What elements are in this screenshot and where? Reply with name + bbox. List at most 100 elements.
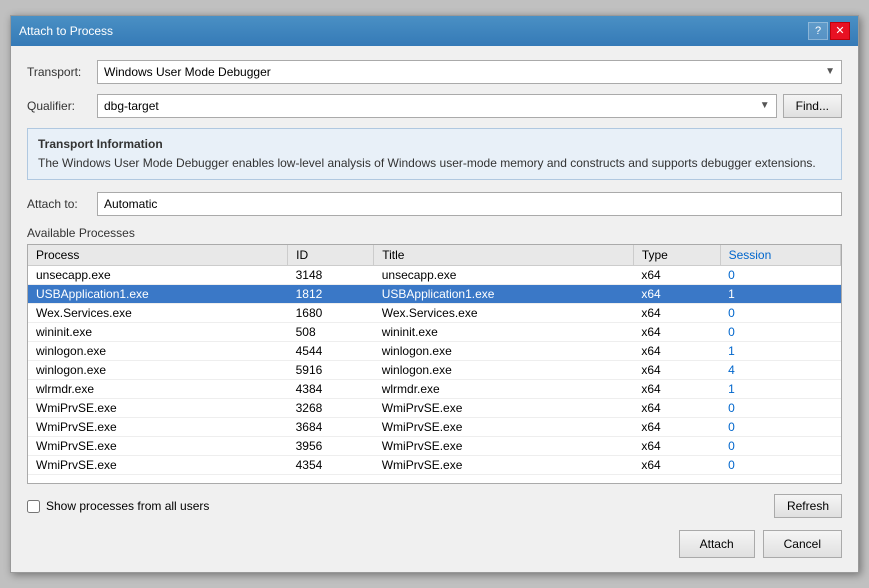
col-session: Session: [720, 245, 840, 266]
qualifier-control: dbg-target ▼ Find...: [97, 94, 842, 118]
transport-dropdown[interactable]: Windows User Mode Debugger ▼: [97, 60, 842, 84]
process-name: wlrmdr.exe: [28, 380, 288, 399]
attach-to-process-dialog: Attach to Process ? ✕ Transport: Windows…: [10, 15, 859, 574]
show-all-users-label: Show processes from all users: [46, 499, 209, 513]
process-title: WmiPrvSE.exe: [374, 456, 634, 475]
show-all-users-wrap: Show processes from all users: [27, 499, 209, 513]
process-id: 3268: [288, 399, 374, 418]
process-title: winlogon.exe: [374, 361, 634, 380]
table-row[interactable]: Wex.Services.exe 1680 Wex.Services.exe x…: [28, 304, 841, 323]
process-name: unsecapp.exe: [28, 266, 288, 285]
transport-info-box: Transport Information The Windows User M…: [27, 128, 842, 181]
table-row[interactable]: WmiPrvSE.exe 3684 WmiPrvSE.exe x64 0: [28, 418, 841, 437]
process-session: 0: [720, 456, 840, 475]
available-processes-label: Available Processes: [27, 226, 842, 240]
table-row[interactable]: WmiPrvSE.exe 3268 WmiPrvSE.exe x64 0: [28, 399, 841, 418]
process-session: 0: [720, 437, 840, 456]
process-name: wininit.exe: [28, 323, 288, 342]
help-button[interactable]: ?: [808, 22, 828, 40]
attach-button[interactable]: Attach: [679, 530, 755, 558]
process-session: 1: [720, 342, 840, 361]
process-id: 3148: [288, 266, 374, 285]
qualifier-label: Qualifier:: [27, 99, 97, 113]
process-session: 0: [720, 418, 840, 437]
table-row[interactable]: winlogon.exe 5916 winlogon.exe x64 4: [28, 361, 841, 380]
process-name: WmiPrvSE.exe: [28, 399, 288, 418]
process-name: winlogon.exe: [28, 361, 288, 380]
refresh-button[interactable]: Refresh: [774, 494, 842, 518]
process-id: 3956: [288, 437, 374, 456]
process-title: winlogon.exe: [374, 342, 634, 361]
process-title: WmiPrvSE.exe: [374, 437, 634, 456]
process-id: 5916: [288, 361, 374, 380]
process-session: 0: [720, 304, 840, 323]
transport-control: Windows User Mode Debugger ▼: [97, 60, 842, 84]
dialog-body: Transport: Windows User Mode Debugger ▼ …: [11, 46, 858, 573]
process-session: 0: [720, 323, 840, 342]
col-id: ID: [288, 245, 374, 266]
qualifier-dropdown[interactable]: dbg-target ▼: [97, 94, 777, 118]
process-title: WmiPrvSE.exe: [374, 399, 634, 418]
process-table: Process ID Title Type Session unsecapp.e…: [28, 245, 841, 475]
process-table-header: Process ID Title Type Session: [28, 245, 841, 266]
process-name: winlogon.exe: [28, 342, 288, 361]
process-title: USBApplication1.exe: [374, 285, 634, 304]
transport-row: Transport: Windows User Mode Debugger ▼: [27, 60, 842, 84]
process-name: WmiPrvSE.exe: [28, 437, 288, 456]
process-id: 1812: [288, 285, 374, 304]
table-row[interactable]: WmiPrvSE.exe 3956 WmiPrvSE.exe x64 0: [28, 437, 841, 456]
process-type: x64: [633, 399, 720, 418]
process-id: 4544: [288, 342, 374, 361]
process-title: wlrmdr.exe: [374, 380, 634, 399]
process-type: x64: [633, 323, 720, 342]
title-bar-buttons: ? ✕: [808, 22, 850, 40]
process-type: x64: [633, 342, 720, 361]
table-row[interactable]: wlrmdr.exe 4384 wlrmdr.exe x64 1: [28, 380, 841, 399]
footer-row: Show processes from all users Refresh: [27, 494, 842, 518]
process-title: WmiPrvSE.exe: [374, 418, 634, 437]
process-type: x64: [633, 266, 720, 285]
process-id: 4384: [288, 380, 374, 399]
process-table-body: unsecapp.exe 3148 unsecapp.exe x64 0 USB…: [28, 266, 841, 475]
title-bar: Attach to Process ? ✕: [11, 16, 858, 46]
table-row[interactable]: WmiPrvSE.exe 4354 WmiPrvSE.exe x64 0: [28, 456, 841, 475]
process-type: x64: [633, 437, 720, 456]
col-type: Type: [633, 245, 720, 266]
process-session: 1: [720, 380, 840, 399]
transport-label: Transport:: [27, 65, 97, 79]
qualifier-dropdown-value: dbg-target: [104, 99, 159, 113]
transport-info-text: The Windows User Mode Debugger enables l…: [38, 155, 831, 172]
qualifier-row: Qualifier: dbg-target ▼ Find...: [27, 94, 842, 118]
col-title: Title: [374, 245, 634, 266]
col-process: Process: [28, 245, 288, 266]
find-button[interactable]: Find...: [783, 94, 842, 118]
process-type: x64: [633, 380, 720, 399]
process-session: 1: [720, 285, 840, 304]
attach-to-label: Attach to:: [27, 197, 97, 211]
process-type: x64: [633, 285, 720, 304]
action-buttons: Attach Cancel: [27, 530, 842, 558]
process-type: x64: [633, 304, 720, 323]
show-all-users-checkbox[interactable]: [27, 500, 40, 513]
attach-to-input[interactable]: [97, 192, 842, 216]
attach-to-row: Attach to:: [27, 192, 842, 216]
process-name: WmiPrvSE.exe: [28, 456, 288, 475]
process-title: unsecapp.exe: [374, 266, 634, 285]
process-table-container[interactable]: Process ID Title Type Session unsecapp.e…: [27, 244, 842, 484]
process-title: wininit.exe: [374, 323, 634, 342]
process-id: 508: [288, 323, 374, 342]
process-session: 0: [720, 399, 840, 418]
cancel-button[interactable]: Cancel: [763, 530, 842, 558]
dialog-title: Attach to Process: [19, 24, 113, 38]
transport-dropdown-arrow: ▼: [825, 66, 835, 77]
process-type: x64: [633, 361, 720, 380]
table-row[interactable]: USBApplication1.exe 1812 USBApplication1…: [28, 285, 841, 304]
process-session: 0: [720, 266, 840, 285]
transport-info-title: Transport Information: [38, 137, 831, 151]
table-row[interactable]: winlogon.exe 4544 winlogon.exe x64 1: [28, 342, 841, 361]
process-session: 4: [720, 361, 840, 380]
close-button[interactable]: ✕: [830, 22, 850, 40]
table-row[interactable]: wininit.exe 508 wininit.exe x64 0: [28, 323, 841, 342]
transport-dropdown-value: Windows User Mode Debugger: [104, 65, 271, 79]
table-row[interactable]: unsecapp.exe 3148 unsecapp.exe x64 0: [28, 266, 841, 285]
